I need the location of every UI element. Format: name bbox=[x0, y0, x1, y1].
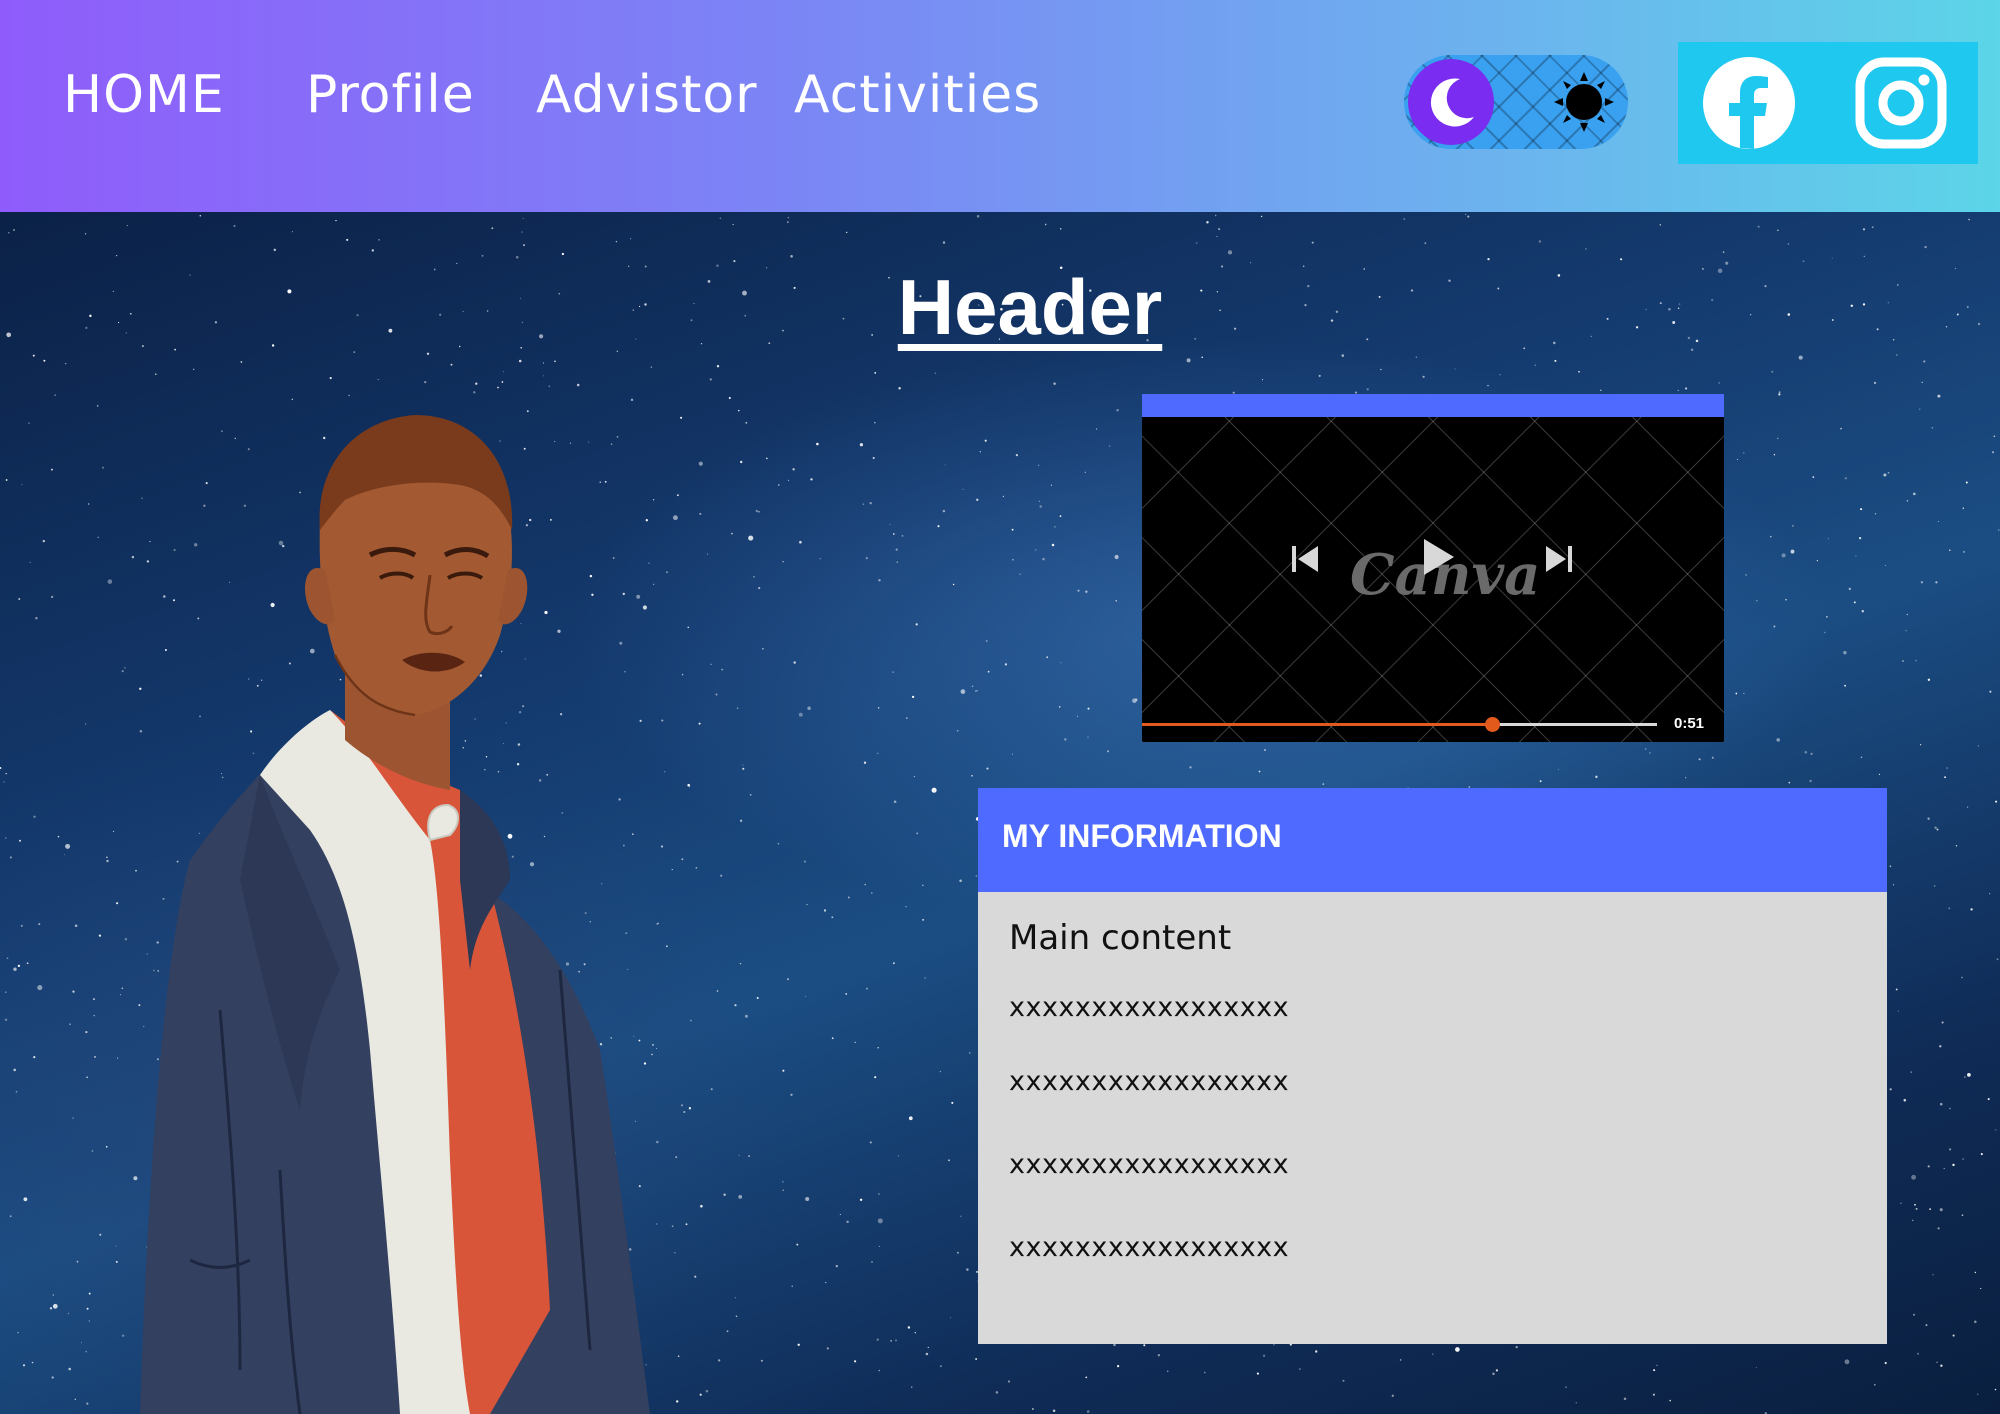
video-progress-fill bbox=[1142, 723, 1493, 726]
moon-icon bbox=[1430, 78, 1474, 127]
info-line: xxxxxxxxxxxxxxxxx bbox=[1009, 992, 1290, 1023]
nav-home[interactable]: HOME bbox=[63, 62, 225, 128]
info-line: xxxxxxxxxxxxxxxxx bbox=[1009, 1066, 1290, 1097]
video-time: 0:51 bbox=[1674, 715, 1705, 732]
previous-icon[interactable] bbox=[1290, 544, 1320, 578]
info-panel-title: MY INFORMATION bbox=[1002, 818, 1282, 854]
video-top-bar bbox=[1142, 394, 1724, 417]
person-illustration bbox=[140, 415, 650, 1414]
nav-profile[interactable]: Profile bbox=[306, 62, 475, 128]
info-panel-header: MY INFORMATION bbox=[978, 788, 1887, 892]
facebook-icon[interactable] bbox=[1702, 56, 1796, 150]
main-content-label: Main content bbox=[1009, 918, 1232, 958]
video-progress-thumb[interactable] bbox=[1485, 717, 1501, 732]
toggle-knob bbox=[1408, 59, 1494, 145]
video-player[interactable]: Canva 0:51 bbox=[1142, 394, 1724, 742]
instagram-icon[interactable] bbox=[1854, 56, 1948, 150]
play-icon[interactable] bbox=[1420, 537, 1456, 581]
next-icon[interactable] bbox=[1544, 544, 1574, 578]
info-line: xxxxxxxxxxxxxxxxx bbox=[1009, 1232, 1290, 1263]
sun-icon bbox=[1554, 72, 1614, 132]
info-line: xxxxxxxxxxxxxxxxx bbox=[1009, 1149, 1290, 1180]
video-progress-bar[interactable] bbox=[1142, 717, 1657, 732]
social-links bbox=[1678, 42, 1978, 164]
page-title: Header bbox=[897, 263, 1163, 351]
nav-advistor[interactable]: Advistor bbox=[536, 62, 758, 128]
video-screen[interactable]: Canva 0:51 bbox=[1142, 417, 1724, 742]
top-navbar: HOME Profile Advistor Activities bbox=[0, 0, 2000, 212]
nav-activities[interactable]: Activities bbox=[794, 62, 1041, 128]
info-panel: MY INFORMATION Main content xxxxxxxxxxxx… bbox=[978, 788, 1887, 1344]
theme-toggle[interactable] bbox=[1404, 55, 1628, 149]
